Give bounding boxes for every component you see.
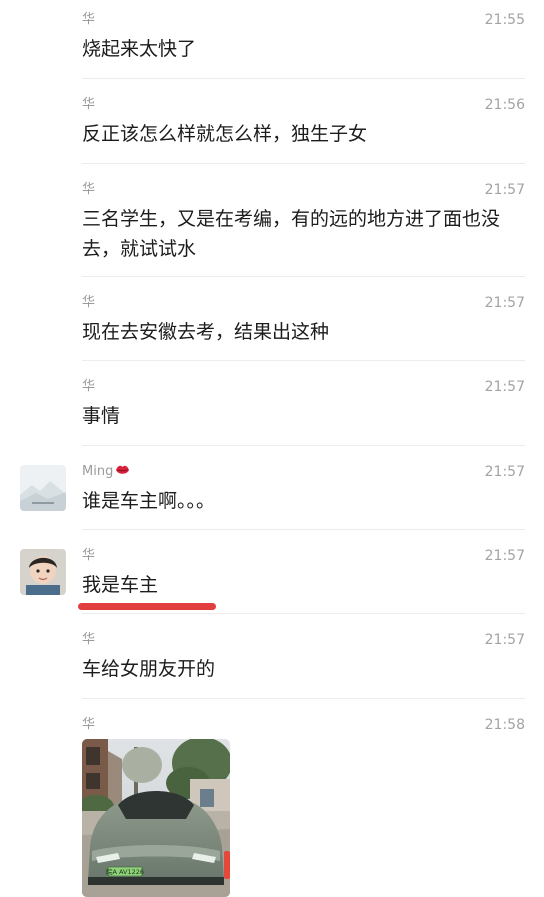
- chat-message-list[interactable]: 华 21:55 烧起来太快了 华 21:56 反正该怎么样就怎么样，独生子女 华…: [0, 0, 544, 897]
- message-text: 事情: [82, 405, 121, 427]
- chat-message[interactable]: Ming 21:57 谁是车主啊。。。: [0, 464, 544, 514]
- lips-icon: [115, 464, 130, 476]
- divider: [82, 276, 525, 277]
- chat-message[interactable]: 华 21:57 现在去安徽去考，结果出这种: [0, 295, 544, 345]
- message-time: 21:57: [484, 295, 525, 311]
- chat-message[interactable]: 华 21:57 事情: [0, 379, 544, 429]
- sender-name: 华: [82, 295, 96, 310]
- chat-message[interactable]: 华 21:57 三名学生，又是在考编，有的远的地方进了面也没去，就试试水: [0, 182, 544, 262]
- message-text: 烧起来太快了: [82, 38, 197, 60]
- svg-text:皖A AV1226: 皖A AV1226: [106, 867, 144, 876]
- message-text: 现在去安徽去考，结果出这种: [82, 321, 330, 343]
- divider: [82, 613, 525, 614]
- chat-message[interactable]: 华 21:57 我是车主: [0, 548, 544, 598]
- sender-name: 华: [82, 12, 96, 27]
- message-time: 21:55: [484, 12, 525, 28]
- sender-name: Ming: [82, 464, 130, 480]
- chat-message[interactable]: 华 21:57 车给女朋友开的: [0, 632, 544, 682]
- message-time: 21:58: [484, 717, 525, 733]
- red-underline-annotation: [78, 603, 216, 610]
- message-text: 三名学生，又是在考编，有的远的地方进了面也没去，就试试水: [82, 208, 501, 260]
- divider: [82, 529, 525, 530]
- divider: [82, 445, 525, 446]
- sender-name: 华: [82, 632, 96, 647]
- message-time: 21:57: [484, 182, 525, 198]
- sender-name: 华: [82, 717, 96, 732]
- chat-message[interactable]: 华 21:56 反正该怎么样就怎么样，独生子女: [0, 97, 544, 147]
- message-text: 谁是车主啊。。。: [82, 490, 216, 512]
- chat-message[interactable]: 华 21:58: [0, 717, 544, 737]
- divider: [82, 698, 525, 699]
- message-time: 21:57: [484, 632, 525, 648]
- sender-name: 华: [82, 379, 96, 394]
- car-photo-image: 皖A AV1226: [82, 739, 230, 897]
- message-time: 21:57: [484, 464, 525, 480]
- chat-message[interactable]: 华 21:55 烧起来太快了: [0, 12, 544, 62]
- sender-name: 华: [82, 548, 96, 563]
- message-text: 反正该怎么样就怎么样，独生子女: [82, 123, 368, 145]
- car-photo[interactable]: 皖A AV1226: [82, 739, 230, 897]
- message-text: 车给女朋友开的: [82, 658, 216, 680]
- message-text: 我是车主: [82, 574, 159, 596]
- sender-name: 华: [82, 182, 96, 197]
- sender-name: 华: [82, 97, 96, 112]
- message-time: 21:56: [484, 97, 525, 113]
- message-time: 21:57: [484, 379, 525, 395]
- divider: [82, 163, 525, 164]
- divider: [82, 78, 525, 79]
- divider: [82, 360, 525, 361]
- message-time: 21:57: [484, 548, 525, 564]
